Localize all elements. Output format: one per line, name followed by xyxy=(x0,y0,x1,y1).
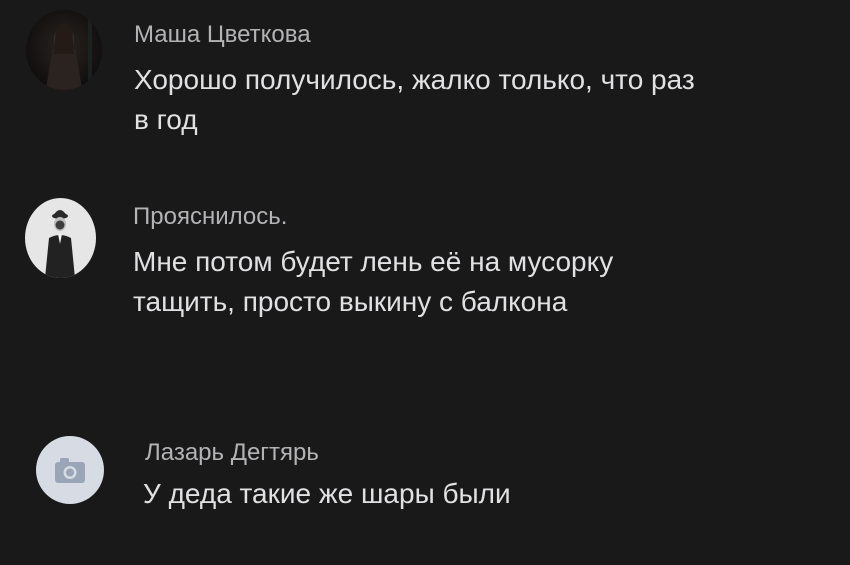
user-photo-icon xyxy=(26,10,102,90)
comment-text-line: тащить, просто выкину с балкона xyxy=(133,286,568,317)
comment-text-line: Мне потом будет лень её на мусорку xyxy=(133,246,614,277)
comment-text: Хорошо получилось, жалко только, что раз… xyxy=(134,60,695,140)
comment-author[interactable]: Прояснилось. xyxy=(133,203,287,231)
comment-text: У деда такие же шары были xyxy=(143,474,511,514)
camera-icon xyxy=(55,458,85,483)
comment-text-line: Хорошо получилось, жалко только, что раз xyxy=(134,64,695,95)
avatar[interactable] xyxy=(36,436,104,504)
comment-author[interactable]: Маша Цветкова xyxy=(134,21,311,49)
avatar[interactable] xyxy=(26,10,102,90)
comment-item: Прояснилось. Мне потом будет лень её на … xyxy=(0,180,850,350)
comment-author[interactable]: Лазарь Дегтярь xyxy=(145,439,319,467)
comment-text: Мне потом будет лень её на мусорку тащит… xyxy=(133,242,613,322)
comment-text-line: в год xyxy=(134,104,198,135)
avatar[interactable] xyxy=(25,198,96,278)
comment-item: Маша Цветкова Хорошо получилось, жалко т… xyxy=(0,0,850,160)
comment-item: Лазарь Дегтярь У деда такие же шары были xyxy=(0,420,850,540)
comment-text-line: У деда такие же шары были xyxy=(143,478,511,509)
man-in-bowler-hat-icon xyxy=(25,198,96,278)
